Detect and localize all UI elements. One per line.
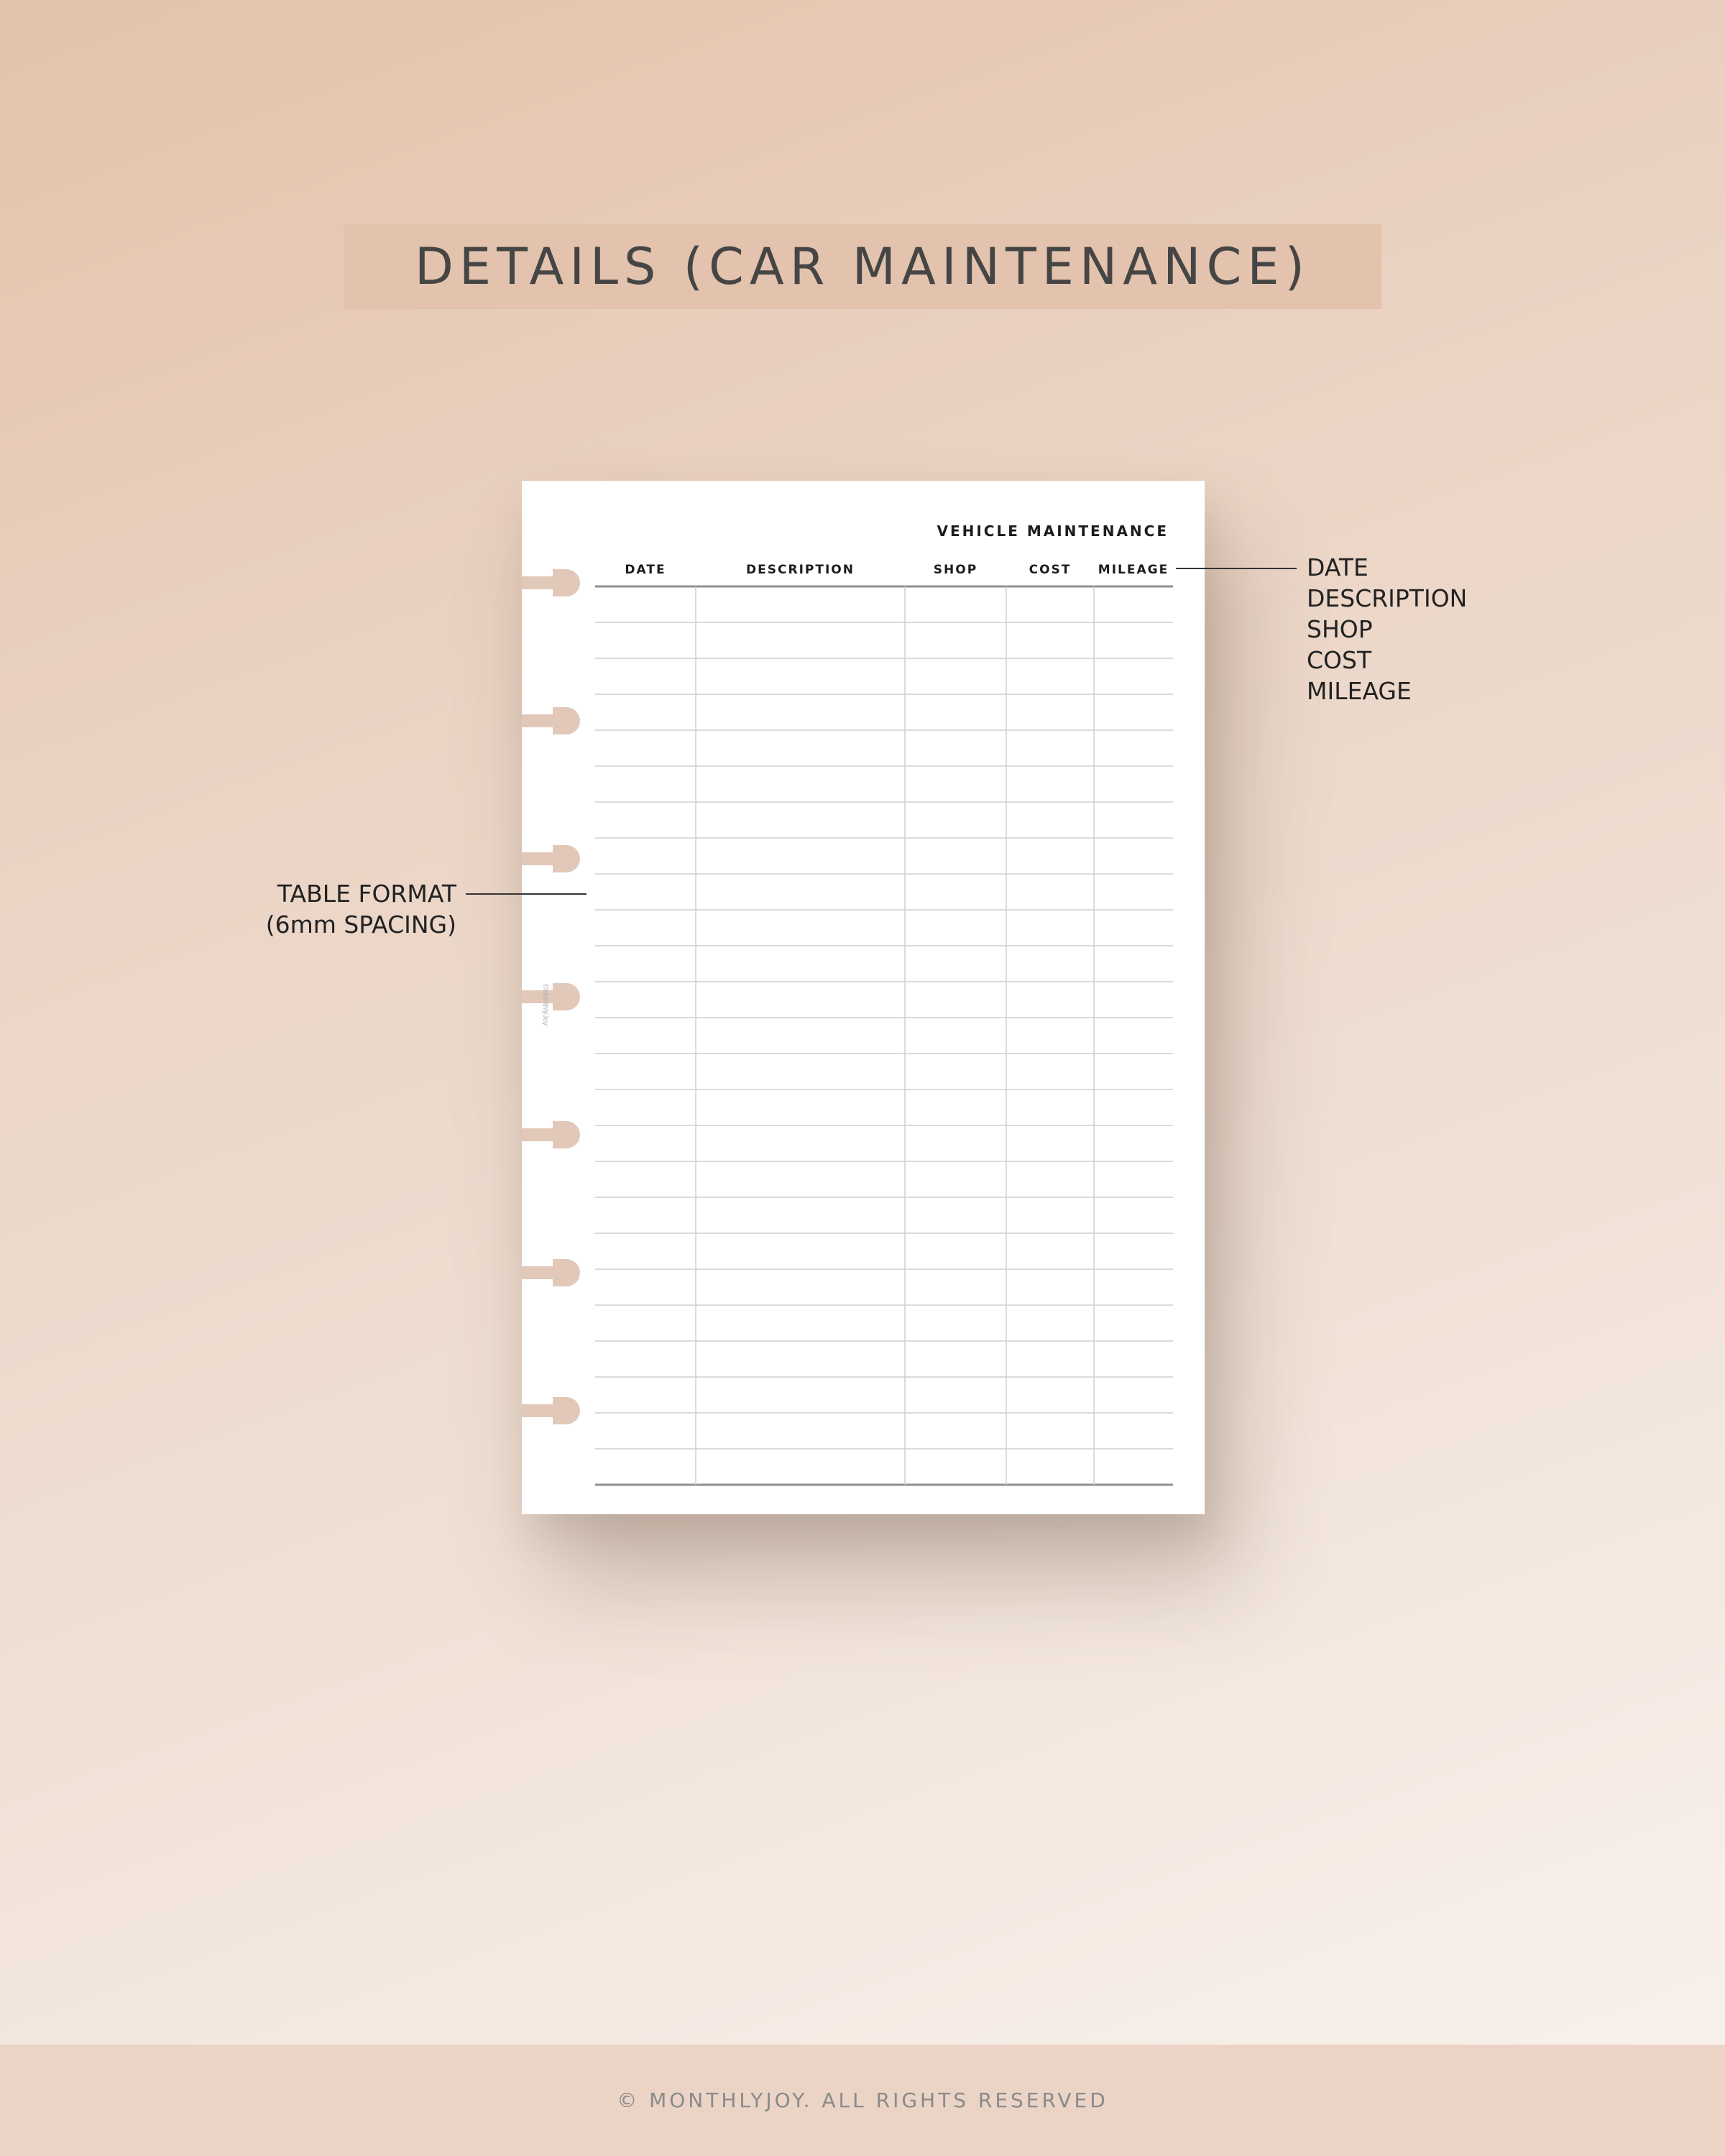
leader-line-right [1176, 568, 1297, 569]
callout-field: SHOP [1307, 615, 1373, 643]
callout-field: MILEAGE [1307, 677, 1412, 705]
page-title: DETAILS (CAR MAINTENANCE) [415, 237, 1310, 296]
callout-field: DESCRIPTION [1307, 584, 1468, 612]
format-callout: TABLE FORMAT (6mm SPACING) [266, 878, 456, 940]
format-callout-line1: TABLE FORMAT [277, 880, 456, 908]
table-grid [595, 585, 1173, 1486]
copyright-text: © MONTHLYJOY. ALL RIGHTS RESERVED [617, 2088, 1108, 2112]
callout-field: COST [1307, 646, 1372, 674]
planner-page: ©MonthlyJoy VEHICLE MAINTENANCE DATE DESC… [522, 481, 1205, 1514]
title-banner: DETAILS (CAR MAINTENANCE) [344, 224, 1381, 309]
fields-callout: DATE DESCRIPTION SHOP COST MILEAGE [1307, 552, 1467, 706]
leader-line-left [466, 893, 586, 895]
footer-band: © MONTHLYJOY. ALL RIGHTS RESERVED [0, 2045, 1725, 2156]
callout-field: DATE [1307, 553, 1368, 581]
format-callout-line2: (6mm SPACING) [265, 911, 456, 939]
